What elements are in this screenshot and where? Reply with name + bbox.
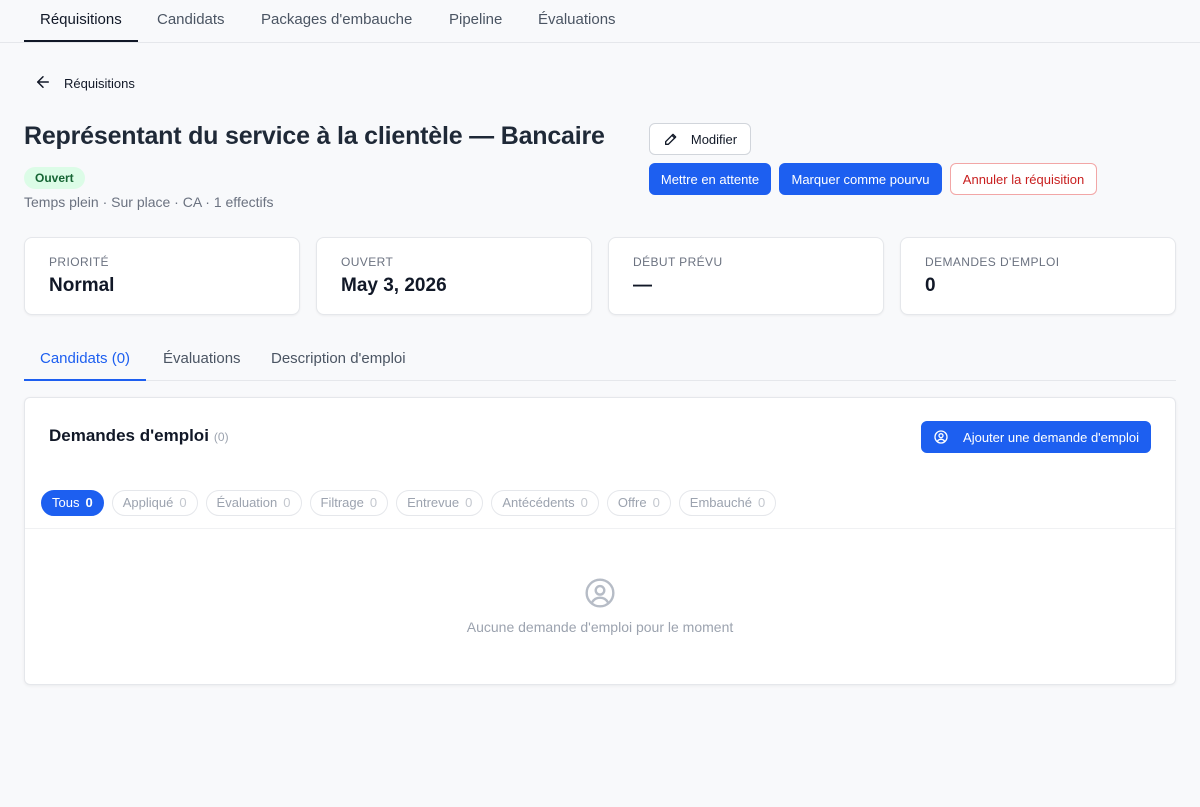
filter-pill-label: Antécédents (502, 495, 575, 510)
tab-requisitions[interactable]: Réquisitions (24, 0, 138, 42)
stat-label: Demandes d'emploi (925, 255, 1060, 269)
filter-pill-label: Entrevue (407, 495, 460, 510)
tab-evaluations-detail[interactable]: Évaluations (147, 337, 257, 381)
filter-pill-count: 0 (580, 495, 588, 510)
stat-card-start-date: Début prévu — (608, 237, 884, 315)
panel-count: (0) (213, 430, 229, 444)
arrow-left-icon (34, 73, 52, 94)
add-application-button[interactable]: Ajouter une demande d'emploi (921, 421, 1151, 453)
filter-pill-offer[interactable]: Offre 0 (606, 490, 671, 516)
filter-pill-count: 0 (757, 495, 766, 510)
stat-value: May 3, 2026 (341, 275, 447, 296)
filter-pill-count: 0 (179, 495, 187, 510)
top-navigation: Réquisitions Candidats Packages d'embauc… (0, 0, 1200, 43)
panel-divider (25, 528, 1175, 529)
filter-pill-applied[interactable]: Appliqué 0 (111, 490, 198, 516)
back-link-label: Réquisitions (64, 75, 135, 91)
filter-pill-label: Offre (617, 495, 647, 510)
filter-pill-count: 0 (283, 495, 291, 510)
filter-pill-hired[interactable]: Embauché 0 (678, 490, 777, 516)
mark-filled-button[interactable]: Marquer comme pourvu (779, 163, 942, 195)
tab-candidats-count[interactable]: Candidats (0) (24, 337, 147, 381)
tab-pipeline[interactable]: Pipeline (433, 0, 518, 42)
detail-tabs: Candidats (0) Évaluations Description d'… (24, 337, 1176, 381)
stat-value: — (633, 275, 652, 296)
applications-panel: Demandes d'emploi (0) Ajouter une demande… (24, 397, 1176, 685)
stat-label: Début prévu (633, 255, 723, 269)
hold-button[interactable]: Mettre en attente (649, 163, 771, 195)
filter-pill-all[interactable]: Tous 0 (41, 490, 104, 516)
filter-pill-screening[interactable]: Filtrage 0 (309, 490, 389, 516)
user-circle-icon (933, 429, 963, 445)
panel-title-text: Demandes d'emploi (49, 426, 209, 445)
filter-pill-interview[interactable]: Entrevue 0 (396, 490, 484, 516)
stat-card-priority: Priorité Normal (24, 237, 300, 315)
filter-pill-count: 0 (652, 495, 660, 510)
stat-card-applications: Demandes d'emploi 0 (900, 237, 1176, 315)
stat-label: Priorité (49, 255, 109, 269)
tab-evaluations[interactable]: Évaluations (522, 0, 632, 42)
pencil-icon (663, 131, 691, 147)
panel-title: Demandes d'emploi (0) (49, 426, 229, 446)
filter-pill-label: Appliqué (122, 495, 174, 510)
add-application-label: Ajouter une demande d'emploi (963, 429, 1139, 445)
page-title: Représentant du service à la clientèle —… (24, 122, 605, 150)
tab-packages[interactable]: Packages d'embauche (245, 0, 428, 42)
filter-pill-label: Évaluation (216, 495, 278, 510)
edit-button-label: Modifier (690, 131, 738, 147)
status-filter-pills: Tous 0 Appliqué 0 Évaluation 0 Filtrage 0 En… (41, 490, 777, 516)
filter-pill-label: Tous (52, 495, 80, 510)
tab-job-description[interactable]: Description d'emploi (255, 337, 422, 381)
filter-pill-label: Embauché (689, 495, 752, 510)
filter-pill-count: 0 (369, 495, 378, 510)
filter-pill-evaluation[interactable]: Évaluation 0 (205, 490, 302, 516)
stat-value: Normal (49, 275, 115, 296)
edit-button[interactable]: Modifier (649, 123, 751, 155)
cancel-requisition-button[interactable]: Annuler la réquisition (950, 163, 1097, 195)
back-link[interactable]: Réquisitions (34, 72, 135, 94)
filter-pill-count: 0 (465, 495, 473, 510)
user-circle-icon (584, 577, 616, 609)
stat-value: 0 (925, 275, 936, 296)
job-meta: Temps plein · Sur place · CA · 1 effecti… (24, 194, 274, 210)
stat-label: Ouvert (341, 255, 394, 269)
empty-state-message: Aucune demande d'emploi pour le moment (466, 619, 734, 635)
filter-pill-count: 0 (85, 495, 93, 510)
filter-pill-background[interactable]: Antécédents 0 (491, 490, 599, 516)
status-badge: Ouvert (24, 167, 85, 189)
stat-card-opened: Ouvert May 3, 2026 (316, 237, 592, 315)
tab-candidats[interactable]: Candidats (141, 0, 241, 42)
filter-pill-label: Filtrage (320, 495, 364, 510)
